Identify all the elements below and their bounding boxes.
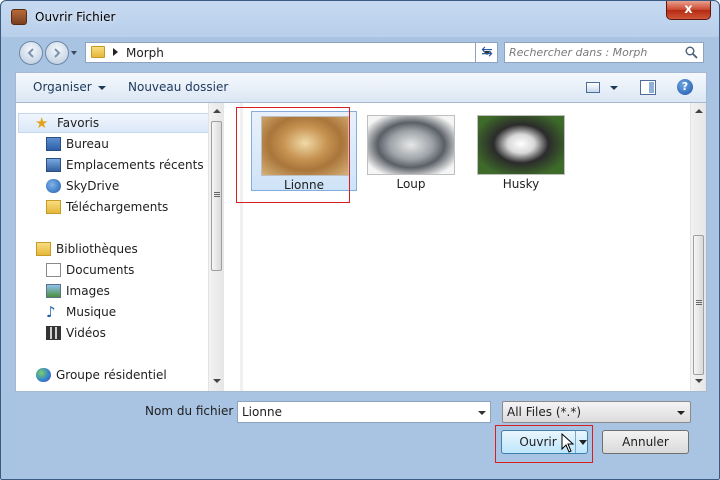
- documents-icon: [46, 263, 61, 277]
- organise-label: Organiser: [33, 80, 92, 94]
- nav-pane-scrollbar[interactable]: [208, 103, 224, 391]
- recent-places-icon: [46, 158, 61, 172]
- music-note-icon: ♪: [46, 303, 56, 321]
- scroll-up-icon[interactable]: [695, 109, 703, 113]
- back-arrow-icon: [27, 48, 34, 58]
- nav-item-label: Téléchargements: [66, 200, 169, 214]
- command-bar: Organiser Nouveau dossier ?: [15, 72, 707, 102]
- forward-arrow-icon: [54, 48, 61, 58]
- breadcrumb-morph[interactable]: Morph: [126, 46, 164, 60]
- nav-item-label: Vidéos: [66, 326, 106, 340]
- nav-item-label: SkyDrive: [66, 179, 120, 193]
- file-name: Loup: [396, 177, 426, 191]
- scroll-up-icon[interactable]: [213, 109, 221, 113]
- selection-highlight-box: [236, 107, 350, 203]
- navigation-pane: ★ Favoris Bureau Emplacements récents Sk…: [16, 103, 224, 391]
- file-scroll-thumb[interactable]: [693, 235, 704, 375]
- view-options-dropdown[interactable]: [610, 86, 618, 90]
- close-button[interactable]: x: [666, 1, 711, 20]
- new-folder-button[interactable]: Nouveau dossier: [128, 80, 228, 94]
- filename-dropdown-icon[interactable]: [478, 411, 486, 415]
- open-button-highlight-box: [495, 425, 593, 463]
- recent-locations-dropdown[interactable]: [71, 51, 77, 55]
- desktop-icon: [46, 137, 61, 151]
- downloads-folder-icon: [46, 200, 61, 214]
- scroll-down-icon[interactable]: [213, 379, 221, 383]
- breadcrumb-arrow-icon[interactable]: [113, 48, 118, 56]
- file-list-scrollbar[interactable]: [690, 103, 706, 391]
- nav-item-label: Documents: [66, 263, 135, 277]
- refresh-button[interactable]: ⇆: [475, 42, 498, 63]
- window-title: Ouvrir Fichier: [35, 10, 116, 24]
- nav-item-label: Bureau: [66, 137, 109, 151]
- browser-body: ★ Favoris Bureau Emplacements récents Sk…: [15, 102, 707, 392]
- nav-homegroup-label: Groupe résidentiel: [56, 368, 167, 382]
- address-bar[interactable]: Morph: [85, 42, 498, 63]
- wolf-thumbnail: [367, 115, 455, 175]
- organise-button[interactable]: Organiser: [33, 80, 106, 94]
- nav-item-label: Emplacements récents: [66, 158, 204, 172]
- file-name: Husky: [502, 177, 540, 191]
- help-icon[interactable]: ?: [677, 79, 693, 95]
- cancel-button[interactable]: Annuler: [602, 430, 689, 454]
- husky-thumbnail: [477, 115, 565, 175]
- search-input[interactable]: [509, 45, 679, 60]
- nav-item-label: Images: [66, 284, 110, 298]
- forward-button[interactable]: [45, 41, 69, 65]
- cloud-icon: [46, 179, 61, 193]
- file-type-dropdown-icon[interactable]: [677, 411, 685, 415]
- change-view-icon[interactable]: [586, 82, 600, 93]
- videos-icon: [46, 326, 61, 340]
- homegroup-icon: [36, 368, 51, 382]
- app-icon: [11, 9, 27, 25]
- file-tile-husky[interactable]: Husky: [468, 111, 574, 191]
- preview-pane-icon[interactable]: [640, 80, 656, 95]
- filename-label: Nom du fichier :: [145, 404, 242, 418]
- scroll-down-icon[interactable]: [695, 379, 703, 383]
- nav-item-label: Musique: [66, 305, 117, 319]
- libraries-icon: [36, 242, 51, 256]
- folder-icon: [91, 46, 105, 58]
- pictures-icon: [46, 284, 61, 298]
- file-tile-loup[interactable]: Loup: [358, 111, 464, 191]
- file-type-select[interactable]: All Files (*.*): [502, 401, 691, 423]
- filename-field[interactable]: Lionne: [237, 401, 491, 423]
- refresh-icon: ⇆: [481, 44, 493, 60]
- filename-value[interactable]: Lionne: [242, 405, 282, 419]
- search-icon[interactable]: [685, 46, 698, 59]
- nav-favorites-label: Favoris: [57, 116, 100, 130]
- star-icon: ★: [35, 114, 49, 132]
- nav-favorites[interactable]: ★ Favoris: [18, 113, 210, 133]
- back-button[interactable]: [19, 41, 43, 65]
- nav-libraries-label: Bibliothèques: [56, 242, 138, 256]
- title-bar[interactable]: Ouvrir Fichier x: [1, 1, 719, 35]
- nav-scroll-thumb[interactable]: [211, 121, 222, 271]
- open-file-dialog: Ouvrir Fichier x Morph ⇆ Organiser Nouve…: [0, 0, 720, 480]
- file-type-value: All Files (*.*): [507, 405, 582, 419]
- search-box[interactable]: [504, 42, 704, 63]
- chevron-down-icon: [97, 85, 106, 90]
